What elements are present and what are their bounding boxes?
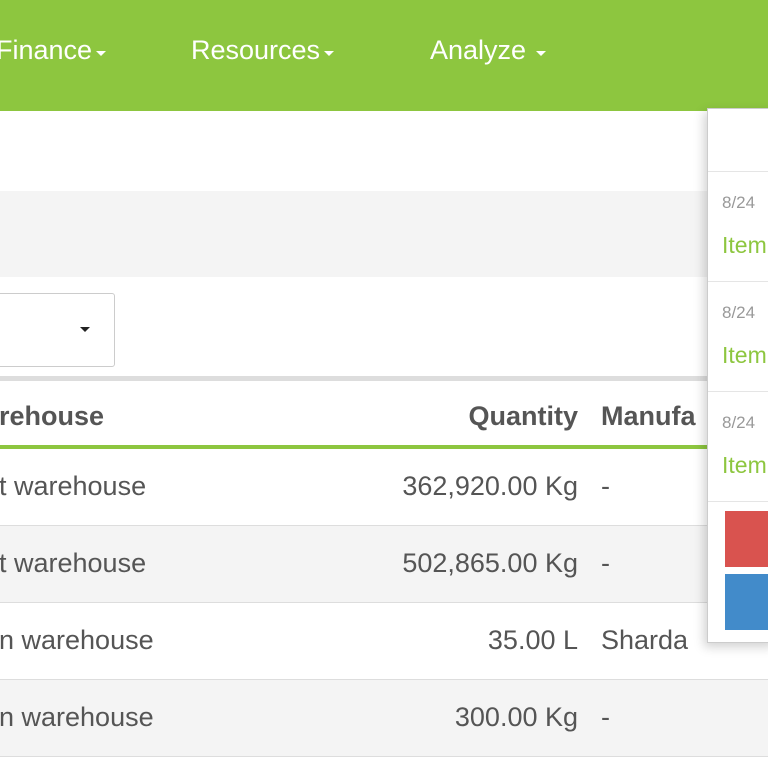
cell-quantity: 300.00 Kg	[454, 702, 578, 732]
cell-manufacturer: -	[601, 471, 610, 501]
dropdown-header	[708, 109, 768, 172]
column-header-quantity[interactable]: Quantity	[468, 401, 578, 432]
chevron-down-icon	[96, 50, 107, 56]
filter-bar	[0, 191, 768, 277]
cell-quantity: 35.00 L	[487, 625, 578, 655]
cell-quantity: 502,865.00 Kg	[402, 548, 578, 578]
column-header-manufacturer[interactable]: Manufa	[601, 401, 696, 432]
nav-analyze[interactable]: Analyze	[430, 30, 547, 70]
cell-manufacturer: -	[601, 702, 610, 732]
cell-warehouse: n warehouse	[0, 702, 154, 732]
table-row[interactable]: n warehouse 300.00 Kg -	[0, 680, 768, 757]
notification-link[interactable]: Item	[722, 342, 767, 369]
chevron-down-icon	[536, 50, 547, 56]
nav-finance-label: Finance	[0, 35, 93, 65]
dismiss-button[interactable]	[725, 511, 768, 567]
notification-date: 8/24	[722, 193, 756, 212]
table-row[interactable]: t warehouse 362,920.00 Kg -	[0, 449, 768, 526]
column-header-warehouse[interactable]: rehouse	[0, 401, 104, 432]
nav-resources[interactable]: Resources	[191, 30, 335, 70]
notification-date: 8/24	[722, 303, 756, 322]
cell-warehouse: t warehouse	[0, 548, 147, 578]
cell-warehouse: n warehouse	[0, 625, 154, 655]
stock-table: rehouse Quantity Manufa t warehouse 362,…	[0, 376, 768, 757]
table-row[interactable]: n warehouse 35.00 L Sharda	[0, 603, 768, 680]
view-all-button[interactable]	[725, 574, 768, 630]
nav-resources-label: Resources	[191, 35, 321, 65]
cell-quantity: 362,920.00 Kg	[402, 471, 578, 501]
nav-analyze-label: Analyze	[430, 35, 527, 65]
notification-item[interactable]: 8/24 Item	[708, 392, 768, 502]
notification-item[interactable]: 8/24 Item	[708, 282, 768, 392]
cell-manufacturer: Sharda	[601, 625, 689, 655]
chevron-down-icon	[324, 50, 335, 56]
cell-warehouse: t warehouse	[0, 471, 147, 501]
table-row[interactable]: t warehouse 502,865.00 Kg -	[0, 526, 768, 603]
nav-finance[interactable]: Finance	[0, 30, 107, 70]
notification-item[interactable]: 8/24 Item	[708, 172, 768, 282]
notifications-dropdown: 8/24 Item 8/24 Item 8/24 Item	[707, 108, 768, 643]
notification-date: 8/24	[722, 413, 756, 432]
notification-link[interactable]: Item	[722, 232, 767, 259]
notification-link[interactable]: Item	[722, 452, 767, 479]
cell-manufacturer: -	[601, 548, 610, 578]
table-header: rehouse Quantity Manufa	[0, 381, 768, 449]
chevron-down-icon	[80, 327, 90, 332]
filter-select[interactable]	[0, 293, 115, 367]
top-navbar: Finance Resources Analyze	[0, 0, 768, 111]
